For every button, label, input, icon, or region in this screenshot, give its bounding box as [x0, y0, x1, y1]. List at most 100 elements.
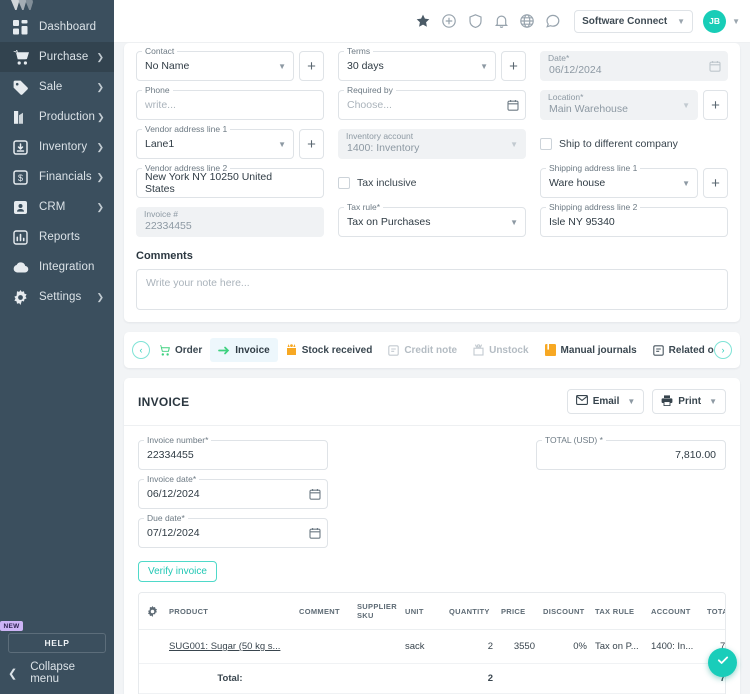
comments-textarea[interactable]: Write your note here...	[136, 269, 728, 310]
star-icon[interactable]	[410, 8, 436, 34]
tab-label: Stock received	[302, 345, 373, 356]
vendor-address-1-field[interactable]: Vendor address line 1 Lane1 ▼	[136, 129, 294, 159]
sidebar-item-inventory[interactable]: Inventory ❯	[0, 132, 114, 162]
sidebar-item-reports[interactable]: Reports	[0, 222, 114, 252]
tabs-next-button[interactable]: ›	[714, 341, 732, 359]
table-row[interactable]: SUG001: Sugar (50 kg s... sack 2 3550 0%…	[139, 630, 726, 664]
invoice-date-field[interactable]: Invoice date* 06/12/2024	[138, 479, 328, 509]
sidebar-item-purchase[interactable]: Purchase ❯	[0, 42, 114, 72]
app-logo[interactable]	[0, 0, 114, 10]
invoice-total-field[interactable]: TOTAL (USD) * 7,810.00	[536, 440, 726, 470]
globe-icon[interactable]	[514, 8, 540, 34]
tab-credit-note[interactable]: Credit note	[380, 338, 465, 362]
cell-tax-rule[interactable]: Tax on P...	[591, 630, 647, 664]
tab-order[interactable]: Order	[150, 338, 210, 362]
calendar-icon[interactable]	[309, 526, 321, 544]
cell-discount[interactable]: 0%	[539, 630, 591, 664]
calendar-icon[interactable]	[309, 487, 321, 505]
phone-field[interactable]: Phone write...	[136, 90, 324, 120]
invoice-header: INVOICE Email ▼	[124, 378, 740, 426]
tax-rule-field[interactable]: Tax rule* Tax on Purchases ▼	[338, 207, 526, 237]
tab-invoice[interactable]: Invoice	[210, 338, 277, 362]
tab-unstock[interactable]: Unstock	[465, 338, 536, 362]
due-date-field[interactable]: Due date* 07/12/2024	[138, 518, 328, 548]
sidebar-item-settings[interactable]: Settings ❯	[0, 282, 114, 312]
sidebar-item-label: Financials	[39, 171, 94, 183]
add-vendor-address-button[interactable]: +	[299, 129, 324, 159]
cell-quantity[interactable]: 2	[445, 630, 497, 664]
sidebar-item-sale[interactable]: Sale ❯	[0, 72, 114, 102]
shipping-address-2-field[interactable]: Shipping address line 2 Isle NY 95340	[540, 207, 728, 237]
sidebar-item-integration[interactable]: Integration	[0, 252, 114, 282]
calendar-icon[interactable]	[507, 98, 519, 116]
table-header-row: PRODUCT COMMENT SUPPLIERSKU UNIT QUANTIT…	[139, 593, 726, 630]
gear-icon[interactable]	[143, 606, 161, 617]
tab-manual-journals[interactable]: Manual journals	[537, 338, 645, 362]
total-spacer-8	[647, 664, 703, 694]
ship-different-row[interactable]: Ship to different company	[540, 129, 728, 159]
ship-to-different-company-checkbox[interactable]	[540, 138, 552, 150]
help-button[interactable]: HELP	[8, 633, 106, 653]
cell-price[interactable]: 3550	[497, 630, 539, 664]
collapse-menu-button[interactable]: ❮ Collapse menu	[8, 658, 106, 688]
add-shipping-address-button[interactable]: +	[703, 168, 728, 198]
product-link[interactable]: SUG001: Sugar (50 kg s...	[169, 641, 280, 652]
vendor-address-2-field[interactable]: Vendor address line 2 New York NY 10250 …	[136, 168, 324, 198]
shield-icon[interactable]	[462, 8, 488, 34]
chevron-down-icon: ▼	[709, 397, 717, 406]
sidebar-nav: Dashboard Purchase ❯ Sale ❯	[0, 10, 114, 312]
cell-account[interactable]: 1400: In...	[647, 630, 703, 664]
add-terms-button[interactable]: +	[501, 51, 526, 81]
invoice-number-field[interactable]: Invoice number* 22334455	[138, 440, 328, 470]
avatar-chevron-down-icon[interactable]: ▼	[732, 17, 740, 26]
print-button[interactable]: Print ▼	[652, 389, 726, 414]
tab-stock-received[interactable]: Stock received	[278, 338, 381, 362]
tab-related-orders[interactable]: Related orders	[645, 338, 714, 362]
inventory-account-field: Inventory account 1400: Inventory ▼	[338, 129, 526, 159]
cell-unit[interactable]: sack	[401, 630, 445, 664]
tax-inclusive-checkbox[interactable]	[338, 177, 350, 189]
shipping-address-2-label: Shipping address line 2	[546, 202, 640, 212]
sidebar-item-dashboard[interactable]: Dashboard	[0, 12, 114, 42]
total-spacer-2	[295, 664, 353, 694]
cell-product[interactable]: SUG001: Sugar (50 kg s...	[165, 630, 295, 664]
chevron-right-icon: ❯	[96, 292, 104, 303]
add-location-button[interactable]: +	[703, 90, 728, 120]
invoice-fields-right: TOTAL (USD) * 7,810.00	[536, 440, 726, 557]
sidebar-item-label: Reports	[39, 231, 104, 243]
tabs-prev-button[interactable]: ‹	[132, 341, 150, 359]
topbar: Software Connect ▼ JB ▼	[114, 0, 750, 43]
sidebar-item-production[interactable]: Production ❯	[0, 102, 114, 132]
contact-label: Contact	[142, 46, 177, 56]
due-date-value: 07/12/2024	[147, 527, 200, 539]
email-button[interactable]: Email ▼	[567, 389, 645, 414]
cell-comment[interactable]	[295, 630, 353, 664]
column-settings-header[interactable]	[139, 593, 165, 630]
phone-row: Phone write...	[136, 90, 324, 120]
chevron-down-icon: ▼	[278, 62, 286, 71]
date-label: Date*	[548, 53, 569, 63]
phone-label: Phone	[142, 85, 173, 95]
required-by-field[interactable]: Required by Choose...	[338, 90, 526, 120]
contact-field[interactable]: Contact No Name ▼	[136, 51, 294, 81]
sidebar-item-crm[interactable]: CRM ❯	[0, 192, 114, 222]
document-tabs: ‹ Order Invoice	[124, 332, 740, 368]
tax-inclusive-row[interactable]: Tax inclusive	[338, 168, 526, 198]
sidebar-item-financials[interactable]: $ Financials ❯	[0, 162, 114, 192]
page-scroll-area[interactable]: Contact No Name ▼ + Phone write...	[114, 43, 750, 694]
shipping-address-1-field[interactable]: Shipping address line 1 Ware house ▼	[540, 168, 698, 198]
invoice-title: INVOICE	[138, 395, 189, 409]
bell-icon[interactable]	[488, 8, 514, 34]
plus-circle-icon[interactable]	[436, 8, 462, 34]
add-contact-button[interactable]: +	[299, 51, 324, 81]
avatar[interactable]: JB	[703, 10, 726, 33]
save-fab-button[interactable]	[708, 648, 737, 677]
verify-invoice-button[interactable]: Verify invoice	[138, 561, 217, 582]
contact-row: Contact No Name ▼ +	[136, 51, 324, 81]
chat-icon[interactable]	[540, 8, 566, 34]
journal-icon	[545, 344, 556, 356]
chevron-right-icon: ❯	[96, 172, 104, 183]
terms-field[interactable]: Terms 30 days ▼	[338, 51, 496, 81]
company-selector[interactable]: Software Connect ▼	[574, 10, 693, 33]
cell-supplier-sku[interactable]	[353, 630, 401, 664]
